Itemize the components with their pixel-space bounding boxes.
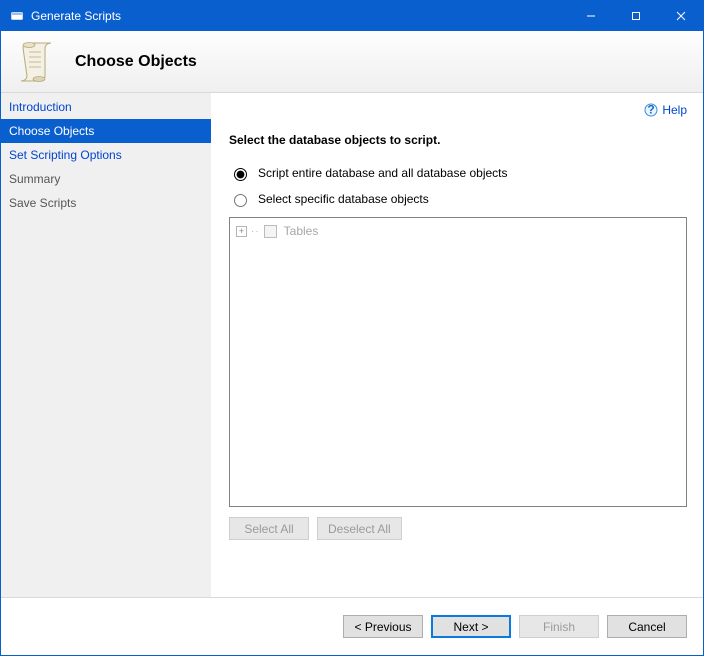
help-link[interactable]: ? Help <box>644 103 687 117</box>
wizard-sidebar: Introduction Choose Objects Set Scriptin… <box>1 93 211 597</box>
window-controls <box>568 1 703 31</box>
wizard-footer: < Previous Next > Finish Cancel <box>1 597 703 655</box>
sidebar-item-summary[interactable]: Summary <box>1 167 211 191</box>
previous-button[interactable]: < Previous <box>343 615 423 638</box>
tree-expand-icon: + <box>236 226 247 237</box>
finish-button: Finish <box>519 615 599 638</box>
radio-specific-input[interactable] <box>234 194 247 207</box>
deselect-all-button: Deselect All <box>317 517 402 540</box>
radio-entire-input[interactable] <box>234 168 247 181</box>
scroll-icon <box>17 40 57 84</box>
body-area: Introduction Choose Objects Set Scriptin… <box>1 93 703 597</box>
instruction-text: Select the database objects to script. <box>229 133 687 147</box>
cancel-button[interactable]: Cancel <box>607 615 687 638</box>
radio-specific-objects[interactable]: Select specific database objects <box>229 191 687 207</box>
svg-text:?: ? <box>648 103 655 117</box>
tree-connector: ·· <box>251 226 260 237</box>
radio-entire-database[interactable]: Script entire database and all database … <box>229 165 687 181</box>
tree-row-tables: + ·· Tables <box>236 224 680 238</box>
main-content: ? Help Select the database objects to sc… <box>211 93 703 597</box>
help-label: Help <box>662 103 687 117</box>
titlebar[interactable]: Generate Scripts <box>1 1 703 31</box>
radio-entire-label: Script entire database and all database … <box>258 166 508 180</box>
sidebar-item-set-scripting-options[interactable]: Set Scripting Options <box>1 143 211 167</box>
select-all-button: Select All <box>229 517 309 540</box>
tree-label-tables: Tables <box>284 224 319 238</box>
object-tree: + ·· Tables <box>229 217 687 507</box>
radio-specific-label: Select specific database objects <box>258 192 429 206</box>
next-button[interactable]: Next > <box>431 615 511 638</box>
maximize-button[interactable] <box>613 1 658 31</box>
selection-buttons: Select All Deselect All <box>229 517 687 540</box>
sidebar-item-save-scripts[interactable]: Save Scripts <box>1 191 211 215</box>
page-title: Choose Objects <box>75 53 197 71</box>
window-title: Generate Scripts <box>31 9 568 23</box>
header-panel: Choose Objects <box>1 31 703 93</box>
sidebar-item-choose-objects[interactable]: Choose Objects <box>1 119 211 143</box>
tree-checkbox-tables <box>264 225 277 238</box>
window-frame: Generate Scripts Choose Objects <box>0 0 704 656</box>
help-icon: ? <box>644 103 658 117</box>
close-button[interactable] <box>658 1 703 31</box>
app-icon <box>9 8 25 24</box>
sidebar-item-introduction[interactable]: Introduction <box>1 95 211 119</box>
minimize-button[interactable] <box>568 1 613 31</box>
